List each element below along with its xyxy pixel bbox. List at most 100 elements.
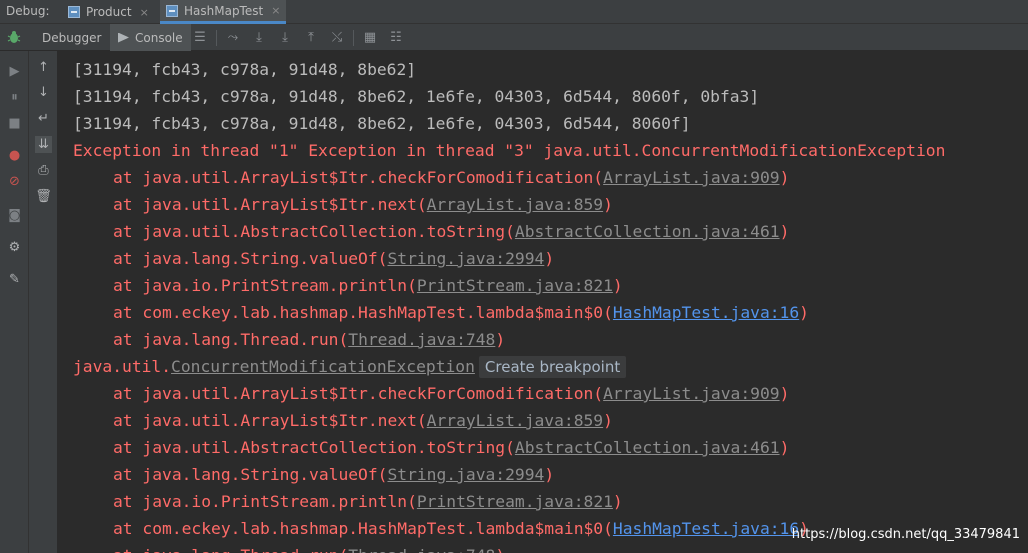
stack-frame: at java.util.AbstractCollection.toString… — [113, 218, 789, 245]
show-execution-point-icon[interactable]: ⤳ — [225, 30, 241, 46]
mute-breakpoints-icon[interactable]: ⊘ — [6, 173, 23, 190]
source-link[interactable]: HashMapTest.java:16 — [613, 303, 799, 322]
stack-frame: at java.lang.String.valueOf(String.java:… — [113, 245, 554, 272]
console-line: [31194, fcb43, c978a, 91d48, 8be62, 1e6f… — [73, 114, 691, 133]
stack-frame: at java.io.PrintStream.println(PrintStre… — [113, 272, 623, 299]
frame-method: at java.util.ArrayList$Itr.next( — [113, 195, 427, 214]
tab-label: Debugger — [42, 30, 102, 45]
frame-method: at java.util.ArrayList$Itr.next( — [113, 411, 427, 430]
source-link[interactable]: PrintStream.java:821 — [417, 276, 613, 295]
console-output[interactable]: [31194, fcb43, c978a, 91d48, 8be62] [311… — [58, 51, 1028, 553]
frame-close-paren: ) — [495, 330, 506, 349]
source-link[interactable]: HashMapTest.java:16 — [613, 519, 799, 538]
exception-prefix: java.util. — [73, 357, 172, 376]
tab-debugger[interactable]: Debugger — [34, 24, 109, 51]
frame-close-paren: ) — [612, 276, 623, 295]
console-line: [31194, fcb43, c978a, 91d48, 8be62] — [73, 60, 417, 79]
pause-icon[interactable]: ⏸ — [6, 89, 23, 106]
run-to-cursor-icon[interactable]: ⤯ — [329, 30, 345, 46]
frame-close-paren: ) — [603, 195, 613, 214]
settings-icon[interactable]: ⚙ — [6, 239, 23, 256]
debug-toolbar: Debugger Console ☰ ⤳ ⤓ ⤓ ⤒ ⤯ ▦ ☷ — [0, 24, 1028, 51]
source-link[interactable]: AbstractCollection.java:461 — [515, 438, 780, 457]
tab-product[interactable]: Product × — [62, 0, 155, 24]
source-link[interactable]: AbstractCollection.java:461 — [515, 222, 780, 241]
frame-close-paren: ) — [495, 546, 505, 553]
stack-frame: at java.util.ArrayList$Itr.next(ArrayLis… — [113, 191, 613, 218]
source-link[interactable]: Thread.java:748 — [348, 330, 495, 349]
frame-method: at com.eckey.lab.hashmap.HashMapTest.lam… — [113, 519, 613, 538]
step-over-icon[interactable]: ⤓ — [251, 30, 267, 46]
create-breakpoint-hint[interactable]: Create breakpoint — [478, 356, 627, 378]
tab-label: HashMapTest — [184, 3, 264, 18]
frame-method: at java.lang.String.valueOf( — [113, 465, 388, 484]
stack-frame: at com.eckey.lab.hashmap.HashMapTest.lam… — [113, 515, 809, 542]
frame-close-paren: ) — [603, 411, 613, 430]
watermark: https://blog.csdn.net/qq_33479841 — [791, 527, 1020, 542]
debug-label: Debug: — [6, 4, 50, 18]
step-out-icon[interactable]: ⤒ — [303, 30, 319, 46]
stack-frame: at java.util.ArrayList$Itr.checkForComod… — [113, 380, 789, 407]
soft-wrap-icon[interactable]: ↵ — [35, 110, 52, 127]
exception-header: Exception in thread "1" Exception in thr… — [73, 141, 946, 160]
source-link[interactable]: ArrayList.java:859 — [427, 411, 603, 430]
debug-tab-bar: Debug: Product × HashMapTest × — [0, 0, 1028, 24]
down-arrow-icon[interactable]: ↓ — [35, 84, 52, 101]
pin-icon[interactable]: ✎ — [6, 271, 23, 288]
frame-close-paren: ) — [779, 438, 790, 457]
stack-frame: at java.lang.String.valueOf(String.java:… — [113, 461, 554, 488]
frame-method: at java.util.ArrayList$Itr.checkForComod… — [113, 168, 604, 187]
source-link[interactable]: String.java:2994 — [387, 249, 544, 268]
console-icon — [118, 32, 129, 43]
stack-frame: at java.util.ArrayList$Itr.checkForComod… — [113, 164, 789, 191]
up-arrow-icon[interactable]: ↑ — [35, 59, 52, 76]
tab-label: Console — [135, 30, 183, 45]
source-link[interactable]: ArrayList.java:909 — [603, 168, 779, 187]
stack-frame: at com.eckey.lab.hashmap.HashMapTest.lam… — [113, 299, 809, 326]
frame-method: at java.io.PrintStream.println( — [113, 276, 417, 295]
source-link[interactable]: PrintStream.java:821 — [417, 492, 613, 511]
stack-frame: at java.io.PrintStream.println(PrintStre… — [113, 488, 623, 515]
run-config-icon — [166, 4, 178, 17]
stack-frame: at java.util.ArrayList$Itr.next(ArrayLis… — [113, 407, 613, 434]
trace-icon[interactable]: ☷ — [388, 30, 404, 46]
resume-icon[interactable]: ▶ — [6, 63, 23, 80]
tab-console[interactable]: Console — [110, 24, 191, 51]
console-line: [31194, fcb43, c978a, 91d48, 8be62, 1e6f… — [73, 87, 760, 106]
frame-method: at java.util.AbstractCollection.toString… — [113, 222, 515, 241]
tab-hashmaptest[interactable]: HashMapTest × — [160, 0, 287, 24]
menu-icon[interactable]: ☰ — [192, 30, 208, 46]
trash-icon[interactable]: 🗑 — [35, 188, 52, 205]
frame-method: at java.util.AbstractCollection.toString… — [113, 438, 515, 457]
source-link[interactable]: String.java:2994 — [387, 465, 544, 484]
frame-close-paren: ) — [779, 384, 790, 403]
frame-method: at java.lang.String.valueOf( — [113, 249, 388, 268]
source-link[interactable]: Thread.java:748 — [348, 546, 495, 553]
step-into-icon[interactable]: ⤓ — [277, 30, 293, 46]
frame-method: at java.lang.Thread.run( — [113, 330, 349, 349]
print-icon[interactable]: ⎙ — [35, 162, 52, 179]
close-icon[interactable]: × — [271, 4, 280, 17]
stack-frame: at java.lang.Thread.run(Thread.java:748) — [113, 542, 505, 553]
frame-close-paren: ) — [799, 303, 809, 322]
camera-icon[interactable]: ◙ — [6, 207, 23, 224]
scroll-to-end-icon[interactable]: ⇊ — [35, 136, 52, 153]
exception-link[interactable]: ConcurrentModificationException — [171, 357, 475, 376]
source-link[interactable]: ArrayList.java:909 — [603, 384, 779, 403]
frame-method: at java.util.ArrayList$Itr.checkForComod… — [113, 384, 604, 403]
frame-close-paren: ) — [779, 222, 790, 241]
toolbar-separator — [216, 30, 217, 46]
frame-method: at java.io.PrintStream.println( — [113, 492, 417, 511]
frame-close-paren: ) — [612, 492, 623, 511]
view-breakpoints-icon[interactable]: ● — [6, 147, 23, 164]
exception-line: java.util.ConcurrentModificationExceptio… — [73, 353, 627, 380]
evaluate-expression-icon[interactable]: ▦ — [362, 30, 378, 46]
frame-method: at java.lang.Thread.run( — [113, 546, 348, 553]
source-link[interactable]: ArrayList.java:859 — [427, 195, 603, 214]
stack-frame: at java.lang.Thread.run(Thread.java:748) — [113, 326, 505, 353]
console-actions-gutter: ↑ ↓ ↵ ⇊ ⎙ 🗑 — [29, 51, 58, 553]
stop-icon[interactable]: ■ — [6, 115, 23, 132]
frame-close-paren: ) — [544, 249, 555, 268]
close-icon[interactable]: × — [140, 6, 149, 19]
frame-method: at com.eckey.lab.hashmap.HashMapTest.lam… — [113, 303, 613, 322]
